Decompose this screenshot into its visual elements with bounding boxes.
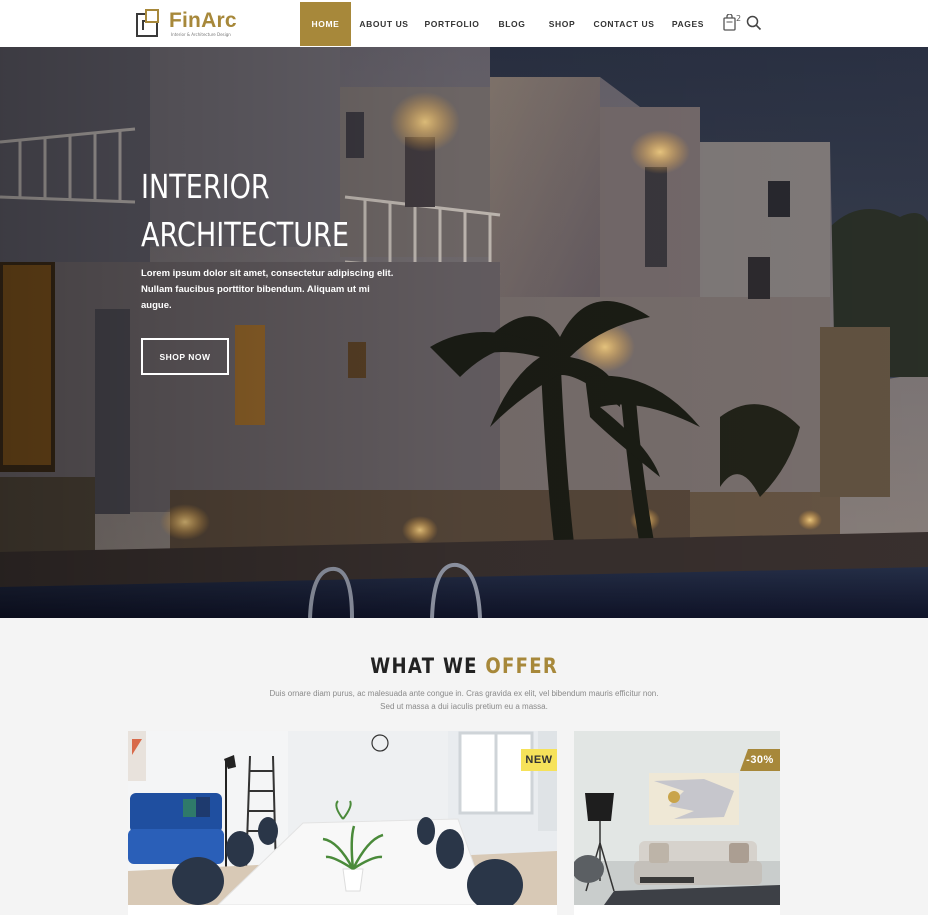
main-nav: Home About Us Portfolio Blog Shop Contac…: [300, 2, 715, 46]
product-image-dining-room: [128, 731, 557, 911]
nav-item-about-us[interactable]: About Us: [351, 2, 417, 46]
site-header: FinArc Interior & Architecture Design Ho…: [0, 0, 928, 47]
section-description-line-1: Duis ornare diam purus, ac malesuada ant…: [269, 689, 659, 698]
hero-background-image: [0, 47, 928, 618]
hero-title: INTERIOR ARCHITECTURE: [141, 163, 349, 259]
section-title: WHAT WE OFFER: [0, 654, 928, 678]
logo-mark-icon: [136, 9, 164, 39]
badge-new: NEW: [521, 749, 557, 771]
nav-item-portfolio[interactable]: Portfolio: [417, 2, 487, 46]
section-title-accent: OFFER: [485, 654, 558, 678]
section-description: Duis ornare diam purus, ac malesuada ant…: [0, 688, 928, 713]
logo-tagline: Interior & Architecture Design: [171, 32, 231, 37]
search-icon[interactable]: [746, 15, 762, 31]
product-card[interactable]: NEW: [128, 731, 557, 915]
section-title-plain: WHAT WE: [370, 654, 478, 678]
hero-title-line-2: ARCHITECTURE: [141, 215, 349, 254]
section-description-line-2: Sed ut massa a dui iaculis pretium eu a …: [380, 701, 548, 711]
cart-count-badge: 2: [736, 14, 742, 23]
logo[interactable]: FinArc Interior & Architecture Design: [136, 6, 237, 42]
nav-item-shop[interactable]: Shop: [537, 2, 587, 46]
hero-description: Lorem ipsum dolor sit amet, consectetur …: [141, 268, 394, 311]
shop-now-button[interactable]: Shop Now: [141, 338, 229, 375]
logo-text: FinArc Interior & Architecture Design: [169, 10, 237, 38]
nav-item-contact-us[interactable]: Contact Us: [587, 2, 661, 46]
nav-item-home[interactable]: Home: [300, 2, 351, 46]
hero-title-line-1: INTERIOR: [141, 167, 270, 206]
nav-item-blog[interactable]: Blog: [487, 2, 537, 46]
nav-item-pages[interactable]: Pages: [661, 2, 715, 46]
hero-banner: INTERIOR ARCHITECTURE Lorem ipsum dolor …: [0, 47, 928, 618]
logo-name: FinArc: [169, 9, 237, 32]
product-card[interactable]: -30%: [574, 731, 780, 915]
